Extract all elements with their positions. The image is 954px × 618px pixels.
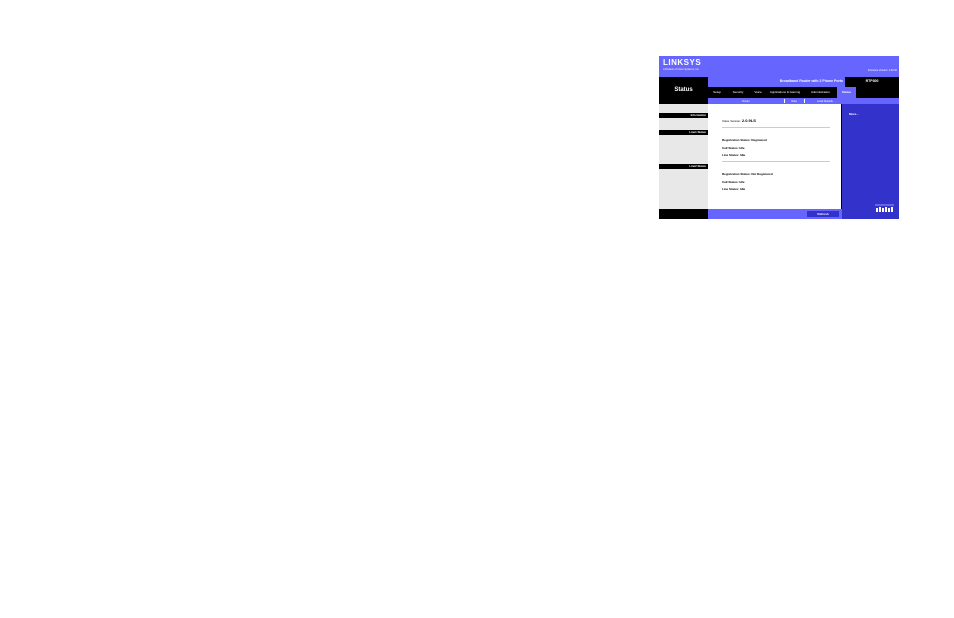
subtab-router[interactable]: Router bbox=[708, 98, 784, 104]
product-name: Broadband Router with 2 Phone Ports bbox=[779, 79, 843, 83]
sidebar bbox=[659, 104, 708, 219]
line1-call-status: Call Status: Idle bbox=[722, 146, 745, 150]
sidebar-heading-line1: Line1 Status bbox=[659, 130, 708, 135]
tab-setup[interactable]: Setup bbox=[708, 87, 726, 98]
sidebar-heading-information: Information bbox=[659, 113, 708, 118]
subtab-voice[interactable]: Voice bbox=[785, 98, 803, 104]
voice-version-label-text: Voice Version: bbox=[722, 119, 742, 123]
voice-version-label: Voice Version: 2.0.9LS bbox=[722, 118, 756, 123]
line1-line-status: Line Status: Idle bbox=[722, 153, 746, 157]
tab-applications-gaming[interactable]: Applications & Gaming bbox=[766, 87, 804, 98]
tab-security[interactable]: Security bbox=[726, 87, 750, 98]
firmware-version-text: Firmware Version: 1.00.00 bbox=[867, 69, 897, 72]
tab-administration[interactable]: Administration bbox=[804, 87, 837, 98]
brand-subtitle: A Division of Cisco Systems, Inc. bbox=[663, 68, 700, 71]
subtab-local-network[interactable]: Local Network bbox=[805, 98, 845, 104]
content-divider bbox=[722, 161, 830, 162]
line2-call-status: Call Status: Idle bbox=[722, 180, 745, 184]
router-status-window: LINKSYS A Division of Cisco Systems, Inc… bbox=[659, 56, 899, 219]
main-content bbox=[708, 109, 841, 209]
line2-registration-status: Registration Status: Not Registered bbox=[722, 172, 773, 176]
refresh-button[interactable]: Refresh bbox=[807, 211, 839, 217]
tab-status[interactable]: Status bbox=[837, 87, 856, 98]
help-more-link[interactable]: More... bbox=[849, 112, 859, 116]
page-title: Status bbox=[674, 87, 693, 93]
tab-voice[interactable]: Voice bbox=[750, 87, 766, 98]
sidebar-footer bbox=[659, 209, 708, 219]
cisco-systems-logo-icon bbox=[873, 202, 896, 214]
sidebar-heading-line2: Line2 Status bbox=[659, 164, 708, 169]
voice-version-value: 2.0.9LS bbox=[741, 118, 756, 123]
line2-line-status: Line Status: Idle bbox=[722, 187, 746, 191]
line1-registration-status: Registration Status: Registered bbox=[722, 138, 767, 142]
content-divider bbox=[722, 127, 830, 128]
model-number: RTP300 bbox=[865, 79, 879, 83]
linksys-logo: LINKSYS bbox=[663, 58, 702, 67]
